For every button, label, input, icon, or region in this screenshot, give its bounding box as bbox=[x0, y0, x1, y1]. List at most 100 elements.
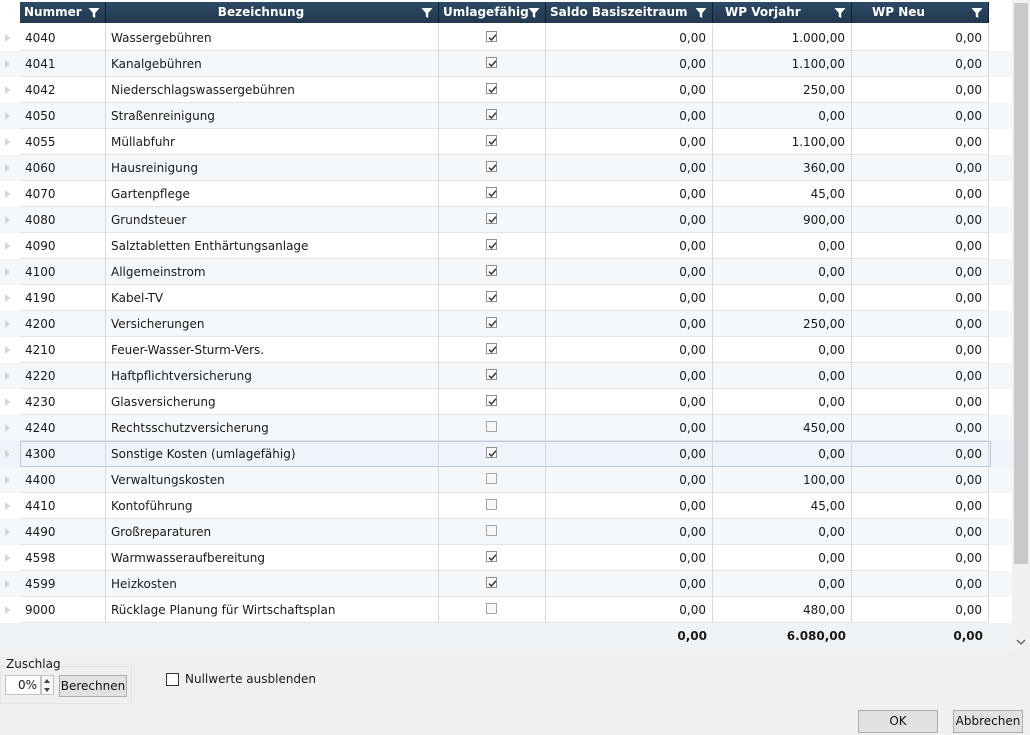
cell-saldo[interactable]: 0,00 bbox=[546, 493, 713, 519]
cell-wp-vorjahr[interactable]: 0,00 bbox=[713, 545, 852, 571]
table-row[interactable]: 9000 Rücklage Planung für Wirtschaftsplan… bbox=[0, 597, 1012, 623]
row-indicator-icon[interactable] bbox=[5, 320, 10, 328]
cell-saldo[interactable]: 0,00 bbox=[546, 129, 713, 155]
cell-bezeichnung[interactable]: Wassergebühren bbox=[106, 25, 439, 51]
row-indicator-icon[interactable] bbox=[5, 164, 10, 172]
table-row[interactable]: 4041 Kanalgebühren 0,00 1.100,00 0,00 bbox=[0, 51, 1012, 77]
cell-umlagefaehig[interactable] bbox=[439, 389, 546, 415]
cell-wp-neu[interactable]: 0,00 bbox=[852, 311, 989, 337]
cell-wp-vorjahr[interactable]: 250,00 bbox=[713, 77, 852, 103]
cell-nummer[interactable]: 4400 bbox=[20, 467, 106, 493]
cell-wp-neu[interactable]: 0,00 bbox=[852, 207, 989, 233]
row-indicator-icon[interactable] bbox=[5, 372, 10, 380]
cell-bezeichnung[interactable]: Salztabletten Enthärtungsanlage bbox=[106, 233, 439, 259]
table-row[interactable]: 4410 Kontoführung 0,00 45,00 0,00 bbox=[0, 493, 1012, 519]
umlagefaehig-checkbox[interactable] bbox=[486, 343, 497, 354]
filter-icon[interactable] bbox=[88, 7, 100, 19]
row-indicator-icon[interactable] bbox=[5, 86, 10, 94]
cell-wp-neu[interactable]: 0,00 bbox=[852, 233, 989, 259]
cell-nummer[interactable]: 4190 bbox=[20, 285, 106, 311]
cell-saldo[interactable]: 0,00 bbox=[546, 181, 713, 207]
umlagefaehig-checkbox[interactable] bbox=[486, 239, 497, 250]
table-row[interactable]: 4400 Verwaltungskosten 0,00 100,00 0,00 bbox=[0, 467, 1012, 493]
cell-wp-neu[interactable]: 0,00 bbox=[852, 51, 989, 77]
cell-wp-vorjahr[interactable]: 0,00 bbox=[713, 233, 852, 259]
chevron-down-icon[interactable] bbox=[1016, 637, 1026, 647]
table-row[interactable]: 4598 Warmwasseraufbereitung 0,00 0,00 0,00 bbox=[0, 545, 1012, 571]
umlagefaehig-checkbox[interactable] bbox=[486, 421, 497, 432]
cell-bezeichnung[interactable]: Gartenpflege bbox=[106, 181, 439, 207]
umlagefaehig-checkbox[interactable] bbox=[486, 369, 497, 380]
row-indicator-icon[interactable] bbox=[5, 580, 10, 588]
spin-up-icon[interactable] bbox=[44, 679, 50, 683]
cell-umlagefaehig[interactable] bbox=[439, 311, 546, 337]
cell-wp-neu[interactable]: 0,00 bbox=[852, 103, 989, 129]
cell-wp-vorjahr[interactable]: 0,00 bbox=[713, 285, 852, 311]
cell-nummer[interactable]: 4598 bbox=[20, 545, 106, 571]
cell-bezeichnung[interactable]: Warmwasseraufbereitung bbox=[106, 545, 439, 571]
cell-nummer[interactable]: 4210 bbox=[20, 337, 106, 363]
cell-umlagefaehig[interactable] bbox=[439, 545, 546, 571]
cell-wp-vorjahr[interactable]: 100,00 bbox=[713, 467, 852, 493]
cell-nummer[interactable]: 4230 bbox=[20, 389, 106, 415]
cell-bezeichnung[interactable]: Grundsteuer bbox=[106, 207, 439, 233]
cell-umlagefaehig[interactable] bbox=[439, 181, 546, 207]
table-row[interactable]: 4055 Müllabfuhr 0,00 1.100,00 0,00 bbox=[0, 129, 1012, 155]
row-indicator-icon[interactable] bbox=[5, 476, 10, 484]
cell-bezeichnung[interactable]: Verwaltungskosten bbox=[106, 467, 439, 493]
header-wp-neu[interactable]: WP Neu bbox=[852, 2, 989, 23]
cell-nummer[interactable]: 4090 bbox=[20, 233, 106, 259]
cell-wp-neu[interactable]: 0,00 bbox=[852, 259, 989, 285]
umlagefaehig-checkbox[interactable] bbox=[486, 57, 497, 68]
cell-saldo[interactable]: 0,00 bbox=[546, 519, 713, 545]
cell-nummer[interactable]: 4041 bbox=[20, 51, 106, 77]
cell-saldo[interactable]: 0,00 bbox=[546, 363, 713, 389]
row-indicator-icon[interactable] bbox=[5, 528, 10, 536]
row-indicator-icon[interactable] bbox=[5, 294, 10, 302]
cell-bezeichnung[interactable]: Glasversicherung bbox=[106, 389, 439, 415]
cell-nummer[interactable]: 4040 bbox=[20, 25, 106, 51]
cell-bezeichnung[interactable]: Kabel-TV bbox=[106, 285, 439, 311]
cell-bezeichnung[interactable]: Haftpflichtversicherung bbox=[106, 363, 439, 389]
cell-bezeichnung[interactable]: Hausreinigung bbox=[106, 155, 439, 181]
umlagefaehig-checkbox[interactable] bbox=[486, 603, 497, 614]
cell-nummer[interactable]: 4490 bbox=[20, 519, 106, 545]
header-bezeichnung[interactable]: Bezeichnung bbox=[106, 2, 439, 23]
cell-wp-neu[interactable]: 0,00 bbox=[852, 389, 989, 415]
cell-wp-vorjahr[interactable]: 250,00 bbox=[713, 311, 852, 337]
cell-bezeichnung[interactable]: Rechtsschutzversicherung bbox=[106, 415, 439, 441]
filter-icon[interactable] bbox=[695, 7, 707, 19]
table-row[interactable]: 4490 Großreparaturen 0,00 0,00 0,00 bbox=[0, 519, 1012, 545]
header-wp-vorjahr[interactable]: WP Vorjahr bbox=[713, 2, 852, 23]
umlagefaehig-checkbox[interactable] bbox=[486, 109, 497, 120]
row-indicator-icon[interactable] bbox=[5, 450, 10, 458]
cell-wp-vorjahr[interactable]: 0,00 bbox=[713, 259, 852, 285]
cell-saldo[interactable]: 0,00 bbox=[546, 77, 713, 103]
cell-umlagefaehig[interactable] bbox=[439, 103, 546, 129]
row-indicator-icon[interactable] bbox=[5, 112, 10, 120]
cell-saldo[interactable]: 0,00 bbox=[546, 259, 713, 285]
cell-nummer[interactable]: 4050 bbox=[20, 103, 106, 129]
cell-saldo[interactable]: 0,00 bbox=[546, 389, 713, 415]
umlagefaehig-checkbox[interactable] bbox=[486, 291, 497, 302]
umlagefaehig-checkbox[interactable] bbox=[486, 135, 497, 146]
cell-wp-vorjahr[interactable]: 0,00 bbox=[713, 389, 852, 415]
cell-wp-vorjahr[interactable]: 450,00 bbox=[713, 415, 852, 441]
umlagefaehig-checkbox[interactable] bbox=[486, 161, 497, 172]
cell-wp-vorjahr[interactable]: 0,00 bbox=[713, 363, 852, 389]
cell-nummer[interactable]: 4240 bbox=[20, 415, 106, 441]
umlagefaehig-checkbox[interactable] bbox=[486, 551, 497, 562]
cell-wp-neu[interactable]: 0,00 bbox=[852, 155, 989, 181]
cell-wp-neu[interactable]: 0,00 bbox=[852, 25, 989, 51]
cell-umlagefaehig[interactable] bbox=[439, 519, 546, 545]
table-row[interactable]: 4300 Sonstige Kosten (umlagefähig) 0,00 0,0… bbox=[0, 441, 1012, 467]
cell-nummer[interactable]: 4070 bbox=[20, 181, 106, 207]
umlagefaehig-checkbox[interactable] bbox=[486, 213, 497, 224]
table-row[interactable]: 4190 Kabel-TV 0,00 0,00 0,00 bbox=[0, 285, 1012, 311]
cell-nummer[interactable]: 9000 bbox=[20, 597, 106, 623]
cell-bezeichnung[interactable]: Rücklage Planung für Wirtschaftsplan bbox=[106, 597, 439, 623]
cell-bezeichnung[interactable]: Niederschlagswassergebühren bbox=[106, 77, 439, 103]
cell-wp-vorjahr[interactable]: 480,00 bbox=[713, 597, 852, 623]
cell-bezeichnung[interactable]: Kontoführung bbox=[106, 493, 439, 519]
cell-saldo[interactable]: 0,00 bbox=[546, 571, 713, 597]
